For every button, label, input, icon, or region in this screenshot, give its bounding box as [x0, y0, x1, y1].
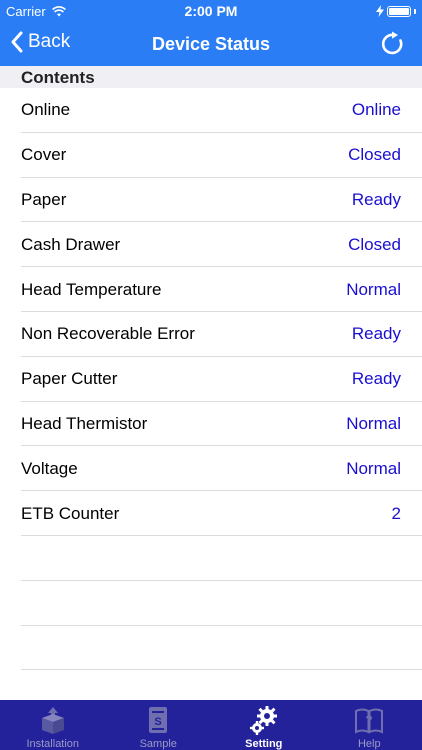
back-label: Back [28, 31, 71, 52]
row-value: Closed [348, 145, 401, 165]
status-bar: Carrier 2:00 PM [0, 0, 422, 22]
row-value: Normal [346, 458, 401, 478]
row-label: Cash Drawer [21, 234, 121, 254]
row-value: Ready [351, 324, 401, 344]
row-value: Ready [351, 189, 401, 209]
row-label: Head Thermistor [21, 413, 148, 433]
refresh-icon[interactable] [380, 31, 406, 57]
charging-icon [376, 5, 384, 17]
row-label: Head Temperature [21, 279, 162, 299]
row-label: Online [21, 100, 71, 120]
svg-text:?: ? [366, 713, 373, 727]
box-install-icon [41, 707, 64, 734]
row-label: Voltage [21, 458, 78, 478]
row-label: Cover [21, 145, 67, 165]
tab-installation[interactable]: Installation [0, 700, 106, 750]
row-value: 2 [391, 503, 401, 523]
row-label: Paper [21, 189, 67, 209]
tab-label: Setting [245, 738, 283, 750]
status-time: 2:00 PM [184, 3, 238, 19]
gears-icon [249, 706, 277, 735]
row-value: Ready [351, 369, 401, 389]
row-value: Normal [346, 413, 401, 433]
list-item: Head Temperature Normal [0, 267, 422, 312]
battery-icon [376, 5, 416, 17]
list-item: Cash Drawer Closed [0, 222, 422, 267]
status-list: Online Online Cover Closed Paper Ready C… [0, 88, 422, 671]
row-value: Closed [348, 234, 401, 254]
chevron-left-icon [11, 31, 23, 53]
sample-document-icon: S [149, 707, 168, 733]
empty-list-row [0, 581, 422, 626]
list-item: Head Thermistor Normal [0, 402, 422, 447]
list-item: Non Recoverable Error Ready [0, 312, 422, 357]
list-item: Voltage Normal [0, 446, 422, 491]
row-value: Online [351, 100, 401, 120]
list-item: Paper Ready [0, 178, 422, 223]
list-item: Paper Cutter Ready [0, 357, 422, 402]
section-header-contents: Contents [0, 66, 422, 88]
tab-setting[interactable]: Setting [211, 700, 317, 750]
tab-label: Installation [26, 738, 80, 750]
tab-bar: Installation S Sample Setting ? Help [0, 700, 422, 750]
back-button[interactable]: Back [10, 31, 70, 53]
list-item: Online Online [0, 88, 422, 133]
tab-label: Sample [139, 738, 177, 750]
empty-list-row [0, 536, 422, 581]
svg-text:S: S [155, 716, 162, 728]
help-book-icon: ? [355, 708, 384, 734]
tab-help[interactable]: ? Help [317, 700, 422, 750]
tab-label: Help [357, 738, 381, 750]
tab-sample[interactable]: S Sample [106, 700, 212, 750]
navigation-bar: Back Device Status [0, 22, 422, 66]
row-label: ETB Counter [21, 503, 120, 523]
row-label: Non Recoverable Error [21, 324, 195, 344]
row-value: Normal [346, 279, 401, 299]
list-item: Cover Closed [0, 133, 422, 178]
empty-list-row [0, 626, 422, 671]
row-label: Paper Cutter [21, 369, 118, 389]
list-item: ETB Counter 2 [0, 491, 422, 536]
